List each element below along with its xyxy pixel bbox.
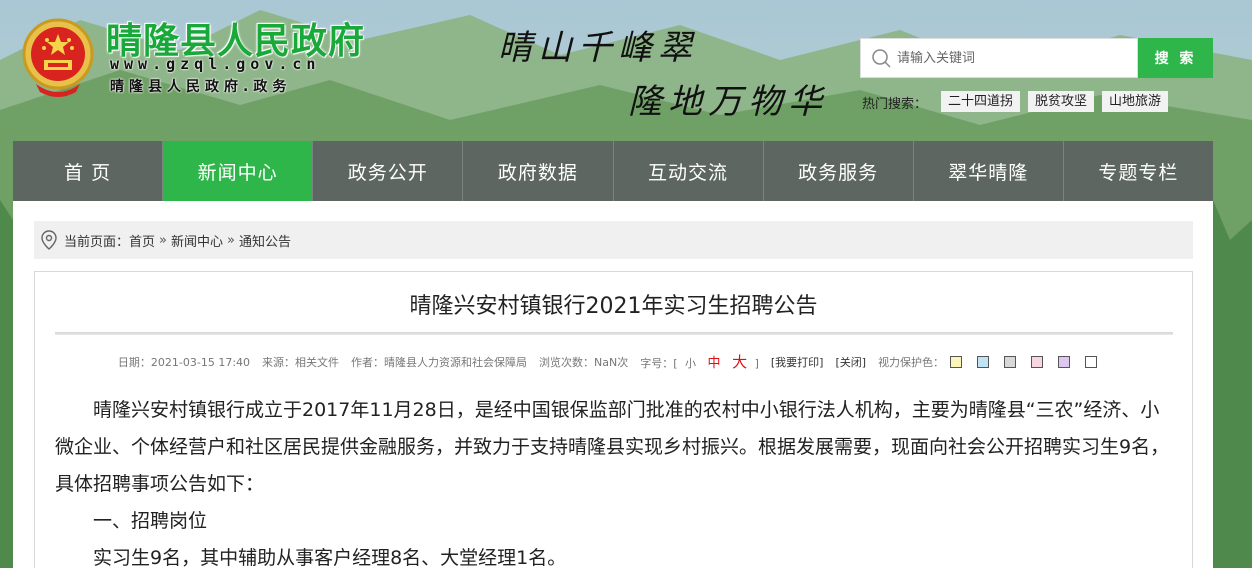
site-header: 晴隆县人民政府 www.gzql.gov.cn 晴隆县人民政府.政务 晴山千峰翠… (0, 0, 1252, 141)
breadcrumb-prefix: 当前页面： (64, 234, 130, 250)
hot-search-label: 热门搜索： (862, 97, 928, 112)
content-panel: 当前页面： 首页 » 新闻中心 » 通知公告 晴隆兴安村镇银行2021年实习生招… (13, 201, 1213, 568)
article-body: 晴隆兴安村镇银行成立于2017年11月28日，是经中国银保监部门批准的农村中小银… (55, 392, 1173, 568)
eye-protect-label: 视力保护色： (878, 355, 945, 369)
color-swatch-purple[interactable] (1058, 355, 1071, 368)
location-pin-icon (41, 230, 57, 250)
color-swatch-gray[interactable] (1004, 355, 1017, 368)
search-button[interactable]: 搜 索 (1138, 38, 1213, 78)
nav-item-news-center[interactable]: 新闻中心 (163, 141, 314, 201)
site-subtitle: 晴隆县人民政府.政务 (110, 79, 292, 95)
main-nav: 首 页 新闻中心 政务公开 政府数据 互动交流 政务服务 翠华晴隆 专题专栏 (13, 141, 1213, 201)
nav-item-government-data[interactable]: 政府数据 (463, 141, 614, 201)
slogan-line-1: 晴山千峰翠 (498, 28, 698, 68)
meta-author: 作者：晴隆县人力资源和社会保障局 (351, 355, 528, 369)
font-size-label: 字号：[ (640, 357, 678, 370)
title-divider (55, 332, 1173, 335)
slogan-line-2: 隆地万物华 (628, 82, 828, 122)
color-swatch-blue[interactable] (977, 355, 990, 368)
close-button[interactable]: [关闭] (835, 354, 866, 370)
breadcrumb-home[interactable]: 首页 (129, 231, 155, 250)
color-swatch-pink[interactable] (1031, 355, 1044, 368)
search-input[interactable] (897, 43, 1137, 73)
site-url: www.gzql.gov.cn (110, 55, 321, 73)
breadcrumb-separator: » (227, 232, 235, 248)
article-paragraph: 一、招聘岗位 (93, 510, 208, 532)
print-button[interactable]: [我要打印] (771, 354, 824, 370)
nav-item-cuihua-qinglong[interactable]: 翠华晴隆 (914, 141, 1064, 201)
font-size-small-button[interactable]: 小 (685, 357, 696, 370)
search-box (860, 38, 1138, 78)
nav-item-interaction[interactable]: 互动交流 (614, 141, 764, 201)
meta-date: 日期：2021-03-15 17:40 (117, 355, 251, 369)
nav-item-government-services[interactable]: 政务服务 (764, 141, 914, 201)
hot-search-tag[interactable]: 脱贫攻坚 (1028, 91, 1095, 112)
article-paragraph: 实习生9名，其中辅助从事客户经理8名、大堂经理1名。 (93, 547, 567, 568)
article-paragraph: 晴隆兴安村镇银行成立于2017年11月28日，是经中国银保监部门批准的农村中小银… (55, 399, 1170, 495)
font-size-close-bracket: ] (754, 357, 759, 370)
font-size-large-button[interactable]: 大 (732, 353, 747, 371)
breadcrumb-news-center[interactable]: 新闻中心 (171, 231, 223, 250)
national-emblem-icon (22, 18, 94, 97)
color-swatch-yellow[interactable] (950, 355, 963, 368)
font-size-medium-button[interactable]: 中 (708, 356, 721, 371)
breadcrumb-separator: » (159, 232, 167, 248)
article-title: 晴隆兴安村镇银行2021年实习生招聘公告 (409, 294, 818, 319)
font-size-control: 字号：[ 小 中 大 ] (640, 351, 759, 372)
meta-source: 来源：相关文件 (262, 355, 340, 369)
nav-item-home[interactable]: 首 页 (13, 141, 164, 201)
meta-views: 浏览次数：NaN次 (539, 355, 629, 369)
article-meta: 日期：2021-03-15 17:40 来源：相关文件 作者：晴隆县人力资源和社… (35, 351, 1192, 372)
hot-search-tags: 二十四道拐 脱贫攻坚 山地旅游 (941, 91, 1169, 112)
eye-protect-swatches (950, 355, 1109, 368)
hot-search-tag[interactable]: 二十四道拐 (941, 91, 1021, 112)
nav-item-government-affairs[interactable]: 政务公开 (313, 141, 464, 201)
hot-search-tag[interactable]: 山地旅游 (1102, 91, 1169, 112)
breadcrumb: 当前页面： 首页 » 新闻中心 » 通知公告 (34, 221, 1193, 259)
search-icon (872, 49, 891, 68)
article: 晴隆兴安村镇银行2021年实习生招聘公告 日期：2021-03-15 17:40… (34, 271, 1193, 568)
nav-item-special-topics[interactable]: 专题专栏 (1064, 141, 1213, 201)
color-swatch-white[interactable] (1085, 355, 1098, 368)
breadcrumb-notices[interactable]: 通知公告 (239, 231, 291, 250)
